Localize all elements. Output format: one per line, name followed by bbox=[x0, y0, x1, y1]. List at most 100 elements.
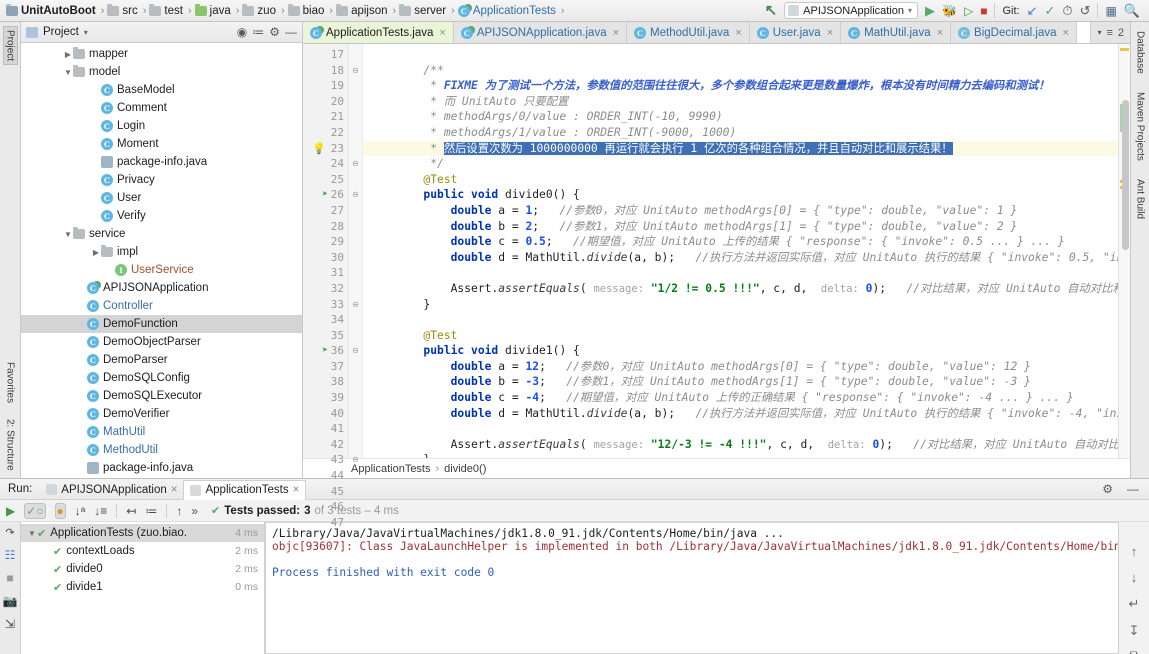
tree-item-mapper[interactable]: ▶ mapper bbox=[21, 45, 302, 63]
editor-tab-mathutil-java[interactable]: C MathUtil.java × bbox=[841, 22, 952, 43]
run-button[interactable]: ▶ bbox=[925, 4, 935, 17]
expand-all-icon[interactable]: ↤ bbox=[126, 504, 136, 518]
vertical-scrollbar-thumb[interactable] bbox=[1122, 100, 1129, 250]
code-folding-column[interactable]: ⊖ ⊖ ⊖ ⊖ ⊖ ⊖ bbox=[349, 44, 363, 464]
fold-marker[interactable]: ⊖ bbox=[349, 187, 362, 203]
tree-item-login[interactable]: C Login bbox=[21, 117, 302, 135]
tool-window-maven[interactable]: Maven Projects bbox=[1134, 89, 1147, 164]
breadcrumb-item-applicationtests[interactable]: C ApplicationTests bbox=[456, 1, 558, 21]
tree-item-demofunction[interactable]: C DemoFunction bbox=[21, 315, 302, 333]
breadcrumb-item-unitautoboot[interactable]: UnitAutoBoot bbox=[4, 1, 98, 21]
breadcrumb-item-java[interactable]: java bbox=[193, 1, 233, 21]
close-icon[interactable]: × bbox=[439, 27, 445, 39]
warning-marker[interactable] bbox=[1120, 48, 1129, 51]
close-icon[interactable]: × bbox=[1062, 27, 1068, 39]
target-icon[interactable]: ◉ bbox=[237, 25, 247, 39]
tree-item-demoparser[interactable]: C DemoParser bbox=[21, 351, 302, 369]
tree-item-model[interactable]: ▼ model bbox=[21, 63, 302, 81]
commit-icon[interactable]: ✓ bbox=[1045, 4, 1056, 17]
search-icon[interactable]: 🔍 bbox=[1124, 4, 1140, 17]
tool-window-database[interactable]: Database bbox=[1134, 28, 1147, 77]
fold-marker[interactable]: ⊖ bbox=[349, 297, 362, 313]
sort-alpha-icon[interactable]: ↓ᵃ bbox=[75, 504, 85, 518]
close-icon[interactable]: × bbox=[735, 27, 741, 39]
run-tab-applicationtests[interactable]: ApplicationTests × bbox=[183, 479, 307, 500]
tree-item-comment[interactable]: C Comment bbox=[21, 99, 302, 117]
coverage-button[interactable]: ▷ bbox=[964, 5, 973, 17]
rollback-icon[interactable]: ↺ bbox=[1080, 4, 1091, 17]
run-tab-apijsonapplication[interactable]: APIJSONApplication × bbox=[40, 480, 183, 500]
tree-item-userservice[interactable]: I UserService bbox=[21, 261, 302, 279]
breadcrumb-item-test[interactable]: test bbox=[147, 1, 185, 21]
editor-tab-user-java[interactable]: C User.java × bbox=[750, 22, 842, 43]
tree-item-mathutil[interactable]: C MathUtil bbox=[21, 423, 302, 441]
tool-window-project[interactable]: Project bbox=[2, 26, 18, 66]
gear-icon[interactable]: ⚙ bbox=[1102, 482, 1119, 496]
tree-item-impl[interactable]: ▶ impl bbox=[21, 243, 302, 261]
close-icon[interactable]: × bbox=[293, 484, 300, 496]
run-test-gutter-icon[interactable]: ➤ bbox=[305, 343, 328, 359]
run-configuration-selector[interactable]: APIJSONApplication ▾ bbox=[784, 2, 919, 19]
tree-item-demoverifier[interactable]: C DemoVerifier bbox=[21, 405, 302, 423]
scroll-down-icon[interactable]: ↓ bbox=[1131, 570, 1138, 585]
tree-item-package-info-java[interactable]: package-info.java bbox=[21, 459, 302, 477]
sort-duration-icon[interactable]: ↓≡ bbox=[94, 504, 107, 518]
chevron-down-icon[interactable]: ▾ bbox=[908, 6, 912, 15]
stop-button[interactable]: ■ bbox=[980, 5, 987, 17]
breadcrumb-item-biao[interactable]: biao bbox=[286, 1, 327, 21]
fold-marker[interactable]: ⊖ bbox=[349, 343, 362, 359]
scrollbar-marker-strip[interactable] bbox=[1118, 44, 1130, 458]
editor-tab-bigdecimal-java[interactable]: C BigDecimal.java × bbox=[951, 22, 1077, 43]
soft-wrap-icon[interactable]: ↵ bbox=[1129, 596, 1140, 612]
update-project-icon[interactable]: ↙ bbox=[1027, 4, 1038, 17]
tool-window-favorites[interactable]: Favorites bbox=[4, 359, 17, 406]
close-icon[interactable]: × bbox=[171, 484, 178, 496]
tree-item-basemodel[interactable]: C BaseModel bbox=[21, 81, 302, 99]
close-icon[interactable]: × bbox=[937, 27, 943, 39]
tree-item-moment[interactable]: C Moment bbox=[21, 135, 302, 153]
tree-item-methodutil[interactable]: C MethodUtil bbox=[21, 441, 302, 459]
breadcrumb-item-src[interactable]: src bbox=[105, 1, 139, 21]
layout-icon[interactable]: ▦ bbox=[1105, 5, 1116, 17]
tree-item-demosqlexecutor[interactable]: C DemoSQLExecutor bbox=[21, 387, 302, 405]
tree-item-privacy[interactable]: C Privacy bbox=[21, 171, 302, 189]
editor-tab-apijsonapplication-java[interactable]: C APIJSONApplication.java × bbox=[454, 22, 628, 43]
tree-item-demosqlconfig[interactable]: C DemoSQLConfig bbox=[21, 369, 302, 387]
breadcrumb-class[interactable]: ApplicationTests bbox=[351, 463, 431, 475]
back-arrow-icon[interactable]: ↖ bbox=[765, 3, 778, 18]
breadcrumb-method[interactable]: divide0() bbox=[444, 463, 486, 475]
rerun-icon[interactable]: ▶ bbox=[6, 504, 15, 518]
rerun-vertical-icon[interactable]: ↷ bbox=[5, 526, 14, 539]
export-icon[interactable]: ⇲ bbox=[5, 617, 15, 631]
lines-icon[interactable]: ≡ bbox=[1106, 27, 1112, 39]
twisty-icon[interactable]: ▼ bbox=[63, 230, 73, 239]
toggle-auto-icon[interactable]: ☷ bbox=[5, 548, 16, 562]
twisty-icon[interactable]: ▶ bbox=[91, 248, 101, 257]
test-row-applicationtests-zuo-biao-[interactable]: ▼ ✔ ApplicationTests (zuo.biao. 4 ms bbox=[21, 524, 264, 542]
tool-window-structure[interactable]: 2: Structure bbox=[4, 416, 17, 474]
hide-icon[interactable]: — bbox=[285, 25, 297, 39]
gear-icon[interactable]: ⚙ bbox=[269, 25, 280, 39]
fold-marker[interactable]: ⊖ bbox=[349, 452, 362, 468]
twisty-icon[interactable]: ▼ bbox=[63, 68, 73, 77]
fold-marker[interactable]: ⊖ bbox=[349, 156, 362, 172]
test-row-divide0[interactable]: ✔ divide0 2 ms bbox=[21, 560, 264, 578]
breadcrumb-item-server[interactable]: server bbox=[397, 1, 448, 21]
collapse-all-icon[interactable]: ≔ bbox=[145, 504, 157, 518]
tree-item-apijsonapplication[interactable]: C APIJSONApplication bbox=[21, 279, 302, 297]
screenshot-icon[interactable]: 📷 bbox=[3, 594, 18, 608]
twisty-icon[interactable]: ▼ bbox=[27, 529, 37, 538]
toggle-passed-icon[interactable]: ✓○ bbox=[24, 502, 46, 519]
tree-item-demoobjectparser[interactable]: C DemoObjectParser bbox=[21, 333, 302, 351]
tree-item-package-info-java[interactable]: package-info.java bbox=[21, 153, 302, 171]
code-editor[interactable]: 17 18 19 20 21 22 💡 23 24 25 ➤ 26 27 28 29 30 31 32 33 34 35… bbox=[303, 44, 1130, 529]
test-results-tree[interactable]: ▼ ✔ ApplicationTests (zuo.biao. 4 ms ✔ contex… bbox=[21, 522, 265, 654]
fold-marker[interactable]: ⊖ bbox=[349, 63, 362, 79]
tree-item-user[interactable]: C User bbox=[21, 189, 302, 207]
project-tree[interactable]: ▶ mapper ▼ model C BaseModel C Comment C Login C Mo… bbox=[21, 43, 302, 478]
breadcrumb-item-apijson[interactable]: apijson bbox=[334, 1, 389, 21]
editor-tab-applicationtests-java[interactable]: C ApplicationTests.java × bbox=[303, 22, 454, 43]
print-icon[interactable]: 🖨 bbox=[1126, 650, 1143, 654]
scroll-to-end-icon[interactable]: ↧ bbox=[1129, 623, 1140, 639]
chevron-down-icon[interactable]: ▾ bbox=[84, 28, 88, 37]
